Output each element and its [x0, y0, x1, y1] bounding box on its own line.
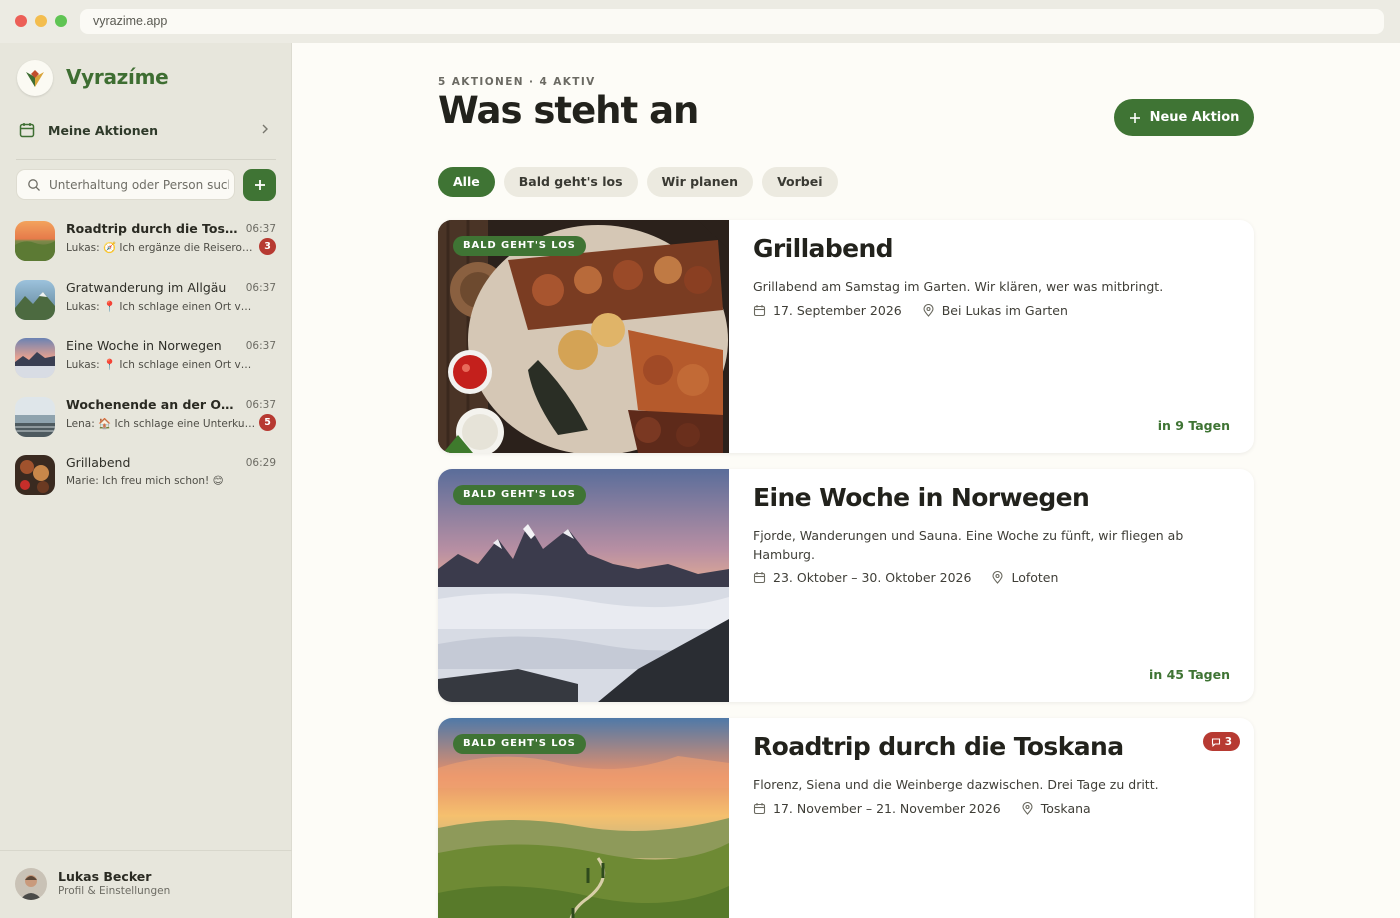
plus-icon: [1129, 112, 1140, 123]
card-description: Fjorde, Wanderungen und Sauna. Eine Woch…: [753, 528, 1184, 562]
add-chat-button[interactable]: [243, 169, 276, 201]
location-pin-icon: [1022, 802, 1033, 815]
main-content: 5 AKTIONEN · 4 AKTIV Was steht an Neue A…: [292, 43, 1400, 918]
chat-time: 06:37: [245, 340, 276, 352]
card-location: Lofoten: [1011, 570, 1059, 585]
nav-meine-aktionen[interactable]: Meine Aktionen: [16, 118, 276, 142]
search-icon: [28, 178, 40, 191]
chat-thumbnail: [15, 221, 55, 261]
filter-alle[interactable]: Alle: [438, 167, 495, 197]
address-bar[interactable]: vyrazime.app: [80, 9, 1384, 34]
message-count-badge: 3: [1202, 732, 1240, 751]
new-action-label: Neue Aktion: [1149, 110, 1240, 125]
status-badge: BALD GEHT'S LOS: [453, 236, 586, 256]
card-location-wrap: Bei Lukas im Garten: [922, 303, 1068, 318]
card-countdown: in 9 Tagen: [1157, 418, 1230, 433]
filter-bald[interactable]: Bald geht's los: [503, 167, 638, 197]
status-badge: BALD GEHT'S LOS: [453, 485, 586, 505]
chat-bubble-icon: [1211, 737, 1220, 747]
filter-wir-planen[interactable]: Wir planen: [646, 167, 754, 197]
page-title: Was steht an: [438, 89, 699, 132]
card-title: Eine Woche in Norwegen: [753, 483, 1090, 512]
chat-list: Roadtrip durch die Toskana 06:37 Lukas: …: [0, 211, 292, 504]
filter-vorbei[interactable]: Vorbei: [762, 167, 838, 197]
nav-label: Meine Aktionen: [48, 122, 159, 138]
action-card-grillabend[interactable]: BALD GEHT'S LOS Grillabend Grillabend am…: [438, 220, 1254, 453]
card-date: 17. September 2026: [773, 303, 902, 318]
chat-time: 06:37: [245, 281, 276, 294]
card-title: Roadtrip durch die Toskana: [753, 732, 1124, 761]
status-badge: BALD GEHT'S LOS: [453, 734, 586, 754]
divider: [16, 159, 276, 160]
chat-title: Wochenende an der Ostsee: [66, 396, 238, 412]
chat-time: 06:37: [245, 223, 276, 235]
new-action-button[interactable]: Neue Aktion: [1114, 99, 1254, 136]
browser-chrome: vyrazime.app: [0, 0, 1400, 43]
profile-section[interactable]: Lukas Becker Profil & Einstellungen: [0, 850, 292, 918]
chat-time: 06:37: [245, 398, 276, 411]
chat-preview: Lukas: 🧭 Ich ergänze die Reiseroute: [66, 242, 256, 254]
action-card-toskana[interactable]: BALD GEHT'S LOS Roadtrip durch die Toska…: [438, 718, 1254, 918]
chat-title: Gratwanderung im Allgäu: [66, 279, 227, 295]
card-location-wrap: Lofoten: [991, 570, 1058, 585]
card-description: Florenz, Siena und die Weinberge dazwisc…: [753, 777, 1159, 792]
chevron-right-icon: [262, 124, 268, 134]
card-title: Grillabend: [753, 234, 894, 263]
message-count: 3: [1224, 735, 1232, 748]
avatar: [15, 868, 47, 900]
chat-thumbnail: [15, 455, 55, 495]
card-location: Bei Lukas im Garten: [941, 303, 1068, 318]
filter-chips: Alle Bald geht's los Wir planen Vorbei: [438, 167, 838, 197]
calendar-icon: [19, 123, 35, 138]
unread-badge: 3: [259, 238, 276, 255]
chat-thumbnail: [15, 396, 55, 437]
actions-count: 5 AKTIONEN · 4 AKTIV: [438, 76, 596, 88]
calendar-icon: [753, 803, 766, 815]
chat-item-toskana[interactable]: Roadtrip durch die Toskana 06:37 Lukas: …: [0, 211, 292, 270]
chat-preview: Lukas: 📍 Ich schlage einen Ort vor: Lofo…: [66, 359, 256, 371]
profile-name: Lukas Becker: [58, 869, 152, 884]
chat-item-ostsee[interactable]: Wochenende an der Ostsee 06:37 Lena: 🏠 I…: [0, 387, 292, 446]
card-location-wrap: Toskana: [1021, 801, 1091, 816]
chat-preview: Lukas: 📍 Ich schlage einen Ort vor: Allg…: [66, 300, 256, 313]
brand-name[interactable]: Vyrazíme: [66, 65, 169, 89]
card-meta: 23. Oktober – 30. Oktober 2026 Lofoten: [753, 570, 1058, 585]
chat-item-allgaeu[interactable]: Gratwanderung im Allgäu 06:37 Lukas: 📍 I…: [0, 270, 292, 329]
calendar-icon: [753, 572, 766, 584]
search-field[interactable]: [16, 169, 235, 200]
window-minimize-button[interactable]: [35, 15, 47, 27]
search-input[interactable]: [49, 177, 229, 192]
sidebar: Vyrazíme Meine Aktionen Unterhaltung ode…: [0, 43, 292, 918]
location-pin-icon: [992, 571, 1004, 584]
chat-item-grillabend[interactable]: Grillabend 06:29 Marie: Ich freu mich sc…: [0, 445, 292, 504]
chat-title: Grillabend: [66, 455, 131, 470]
card-date: 17. November – 21. November 2026: [773, 801, 1001, 816]
chat-title: Roadtrip durch die Toskana: [66, 221, 238, 236]
card-meta: 17. November – 21. November 2026 Toskana: [753, 801, 1091, 816]
card-meta: 17. September 2026 Bei Lukas im Garten: [753, 303, 1068, 318]
logo-icon[interactable]: [17, 60, 53, 96]
card-countdown: in 45 Tagen: [1149, 667, 1230, 682]
plus-icon: [254, 180, 265, 190]
chat-preview: Lena: 🏠 Ich schlage eine Unterkunft vor: [66, 417, 256, 430]
window-zoom-button[interactable]: [55, 15, 67, 27]
profile-subtitle: Profil & Einstellungen: [58, 885, 171, 897]
chat-title: Eine Woche in Norwegen: [66, 338, 222, 353]
card-date: 23. Oktober – 30. Oktober 2026: [773, 570, 972, 585]
window-close-button[interactable]: [15, 15, 27, 27]
action-card-norwegen[interactable]: BALD GEHT'S LOS Eine Woche in Norwegen F…: [438, 469, 1254, 702]
unread-badge: 5: [259, 413, 276, 431]
card-location: Toskana: [1040, 801, 1091, 816]
chat-thumbnail: [15, 338, 55, 378]
chat-item-norwegen[interactable]: Eine Woche in Norwegen 06:37 Lukas: 📍 Ic…: [0, 328, 292, 387]
chat-thumbnail: [15, 279, 55, 320]
chat-time: 06:29: [245, 457, 276, 469]
location-pin-icon: [923, 304, 934, 317]
card-description: Grillabend am Samstag im Garten. Wir klä…: [753, 279, 1164, 294]
calendar-icon: [753, 305, 766, 317]
chat-preview: Marie: Ich freu mich schon! 😊: [66, 475, 224, 487]
